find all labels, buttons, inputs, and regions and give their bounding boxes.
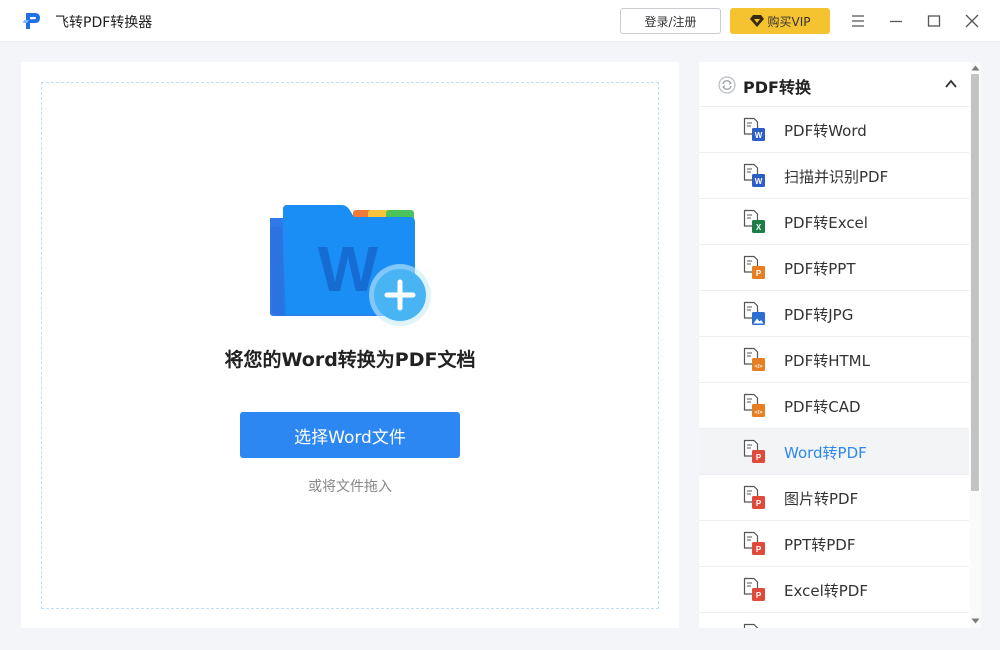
sidebar-item[interactable]: X PDF转Excel <box>699 199 969 245</box>
svg-text:P: P <box>756 453 762 462</box>
sidebar-item-label: PDF转HTML <box>784 352 870 370</box>
convert-heading: 将您的Word转换为PDF文档 <box>224 349 476 371</box>
sidebar-item[interactable]: P Word转PDF <box>699 429 969 475</box>
pdf-to-excel-icon: X <box>743 209 765 233</box>
sidebar-item[interactable]: P 图片转PDF <box>699 475 969 521</box>
scrollbar-thumb[interactable] <box>971 74 979 491</box>
pdf-to-ppt-icon: P <box>743 255 765 279</box>
scan-pdf-icon: W <box>743 163 765 187</box>
sidebar-item-label: PDF转JPG <box>784 306 854 324</box>
pdf-to-html-icon: </> <box>743 347 765 371</box>
section-title: PDF转换 <box>743 78 811 97</box>
sidebar-item[interactable]: W 扫描并识别PDF <box>699 153 969 199</box>
diamond-icon <box>749 15 764 27</box>
sidebar-item-label: PDF转Excel <box>784 214 868 232</box>
sidebar-item-label: PDF转Word <box>784 122 867 140</box>
app-logo-icon <box>20 9 44 33</box>
image-to-pdf-icon: P <box>743 485 765 509</box>
sidebar-item[interactable]: P <box>699 613 969 628</box>
pdf-to-word-icon: W <box>743 117 765 141</box>
buy-vip-button[interactable]: 购买VIP <box>730 8 830 34</box>
svg-text:P: P <box>756 545 762 554</box>
chevron-up-icon[interactable] <box>944 77 958 91</box>
svg-text:</>: </> <box>755 410 763 416</box>
close-icon[interactable] <box>962 11 982 31</box>
svg-text:W: W <box>755 177 763 186</box>
sidebar-item[interactable]: </> PDF转CAD <box>699 383 969 429</box>
svg-text:</>: </> <box>755 364 763 370</box>
sidebar-item[interactable]: P PDF转PPT <box>699 245 969 291</box>
sidebar-item[interactable]: P PPT转PDF <box>699 521 969 567</box>
svg-text:P: P <box>756 591 762 600</box>
convert-menu-list: W PDF转Word W 扫描并识别PDF X PDF转Excel P PDF转PPT PDF转… <box>699 107 969 628</box>
sidebar-item-label: 扫描并识别PDF <box>784 168 889 186</box>
sidebar-item-label: PPT转PDF <box>784 536 856 554</box>
sidebar-item[interactable]: PDF转JPG <box>699 291 969 337</box>
word-folder-add-icon: W <box>270 205 431 326</box>
svg-text:W: W <box>755 131 763 140</box>
title-bar: 飞转PDF转换器 登录/注册 购买VIP <box>0 0 1000 42</box>
ppt-to-pdf-icon: P <box>743 531 765 555</box>
pdf-to-cad-icon: </> <box>743 393 765 417</box>
svg-text:P: P <box>756 269 762 278</box>
more-convert-icon: P <box>743 623 759 628</box>
sidebar-item[interactable]: P Excel转PDF <box>699 567 969 613</box>
svg-text:P: P <box>756 499 762 508</box>
maximize-icon[interactable] <box>924 11 944 31</box>
sidebar: PDF转换 W PDF转Word W 扫描并识别PDF X PDF转Excel P PDF转P… <box>699 62 981 628</box>
pdf-to-jpg-icon <box>743 301 765 325</box>
scroll-up-arrow-icon[interactable] <box>971 65 980 71</box>
drag-hint-text: 或将文件拖入 <box>308 479 392 495</box>
sidebar-item-label: Excel转PDF <box>784 582 868 600</box>
menu-icon[interactable] <box>848 11 868 31</box>
pdf-convert-section-header[interactable]: PDF转换 <box>699 62 969 107</box>
sidebar-item-label: PDF转CAD <box>784 398 861 416</box>
scroll-down-arrow-icon[interactable] <box>971 618 980 624</box>
sidebar-item[interactable]: W PDF转Word <box>699 107 969 153</box>
refresh-icon <box>718 76 736 94</box>
login-register-button[interactable]: 登录/注册 <box>620 8 721 34</box>
excel-to-pdf-icon: P <box>743 577 765 601</box>
buy-vip-label: 购买VIP <box>767 14 811 29</box>
svg-text:X: X <box>756 223 762 232</box>
minimize-icon[interactable] <box>886 11 906 31</box>
sidebar-item-label: 图片转PDF <box>784 490 859 508</box>
sidebar-item-label: PDF转PPT <box>784 260 856 278</box>
app-title: 飞转PDF转换器 <box>55 15 153 31</box>
word-to-pdf-icon: P <box>743 439 765 463</box>
choose-word-file-button[interactable]: 选择Word文件 <box>240 412 460 458</box>
sidebar-item[interactable]: </> PDF转HTML <box>699 337 969 383</box>
sidebar-item-label: Word转PDF <box>784 444 867 462</box>
